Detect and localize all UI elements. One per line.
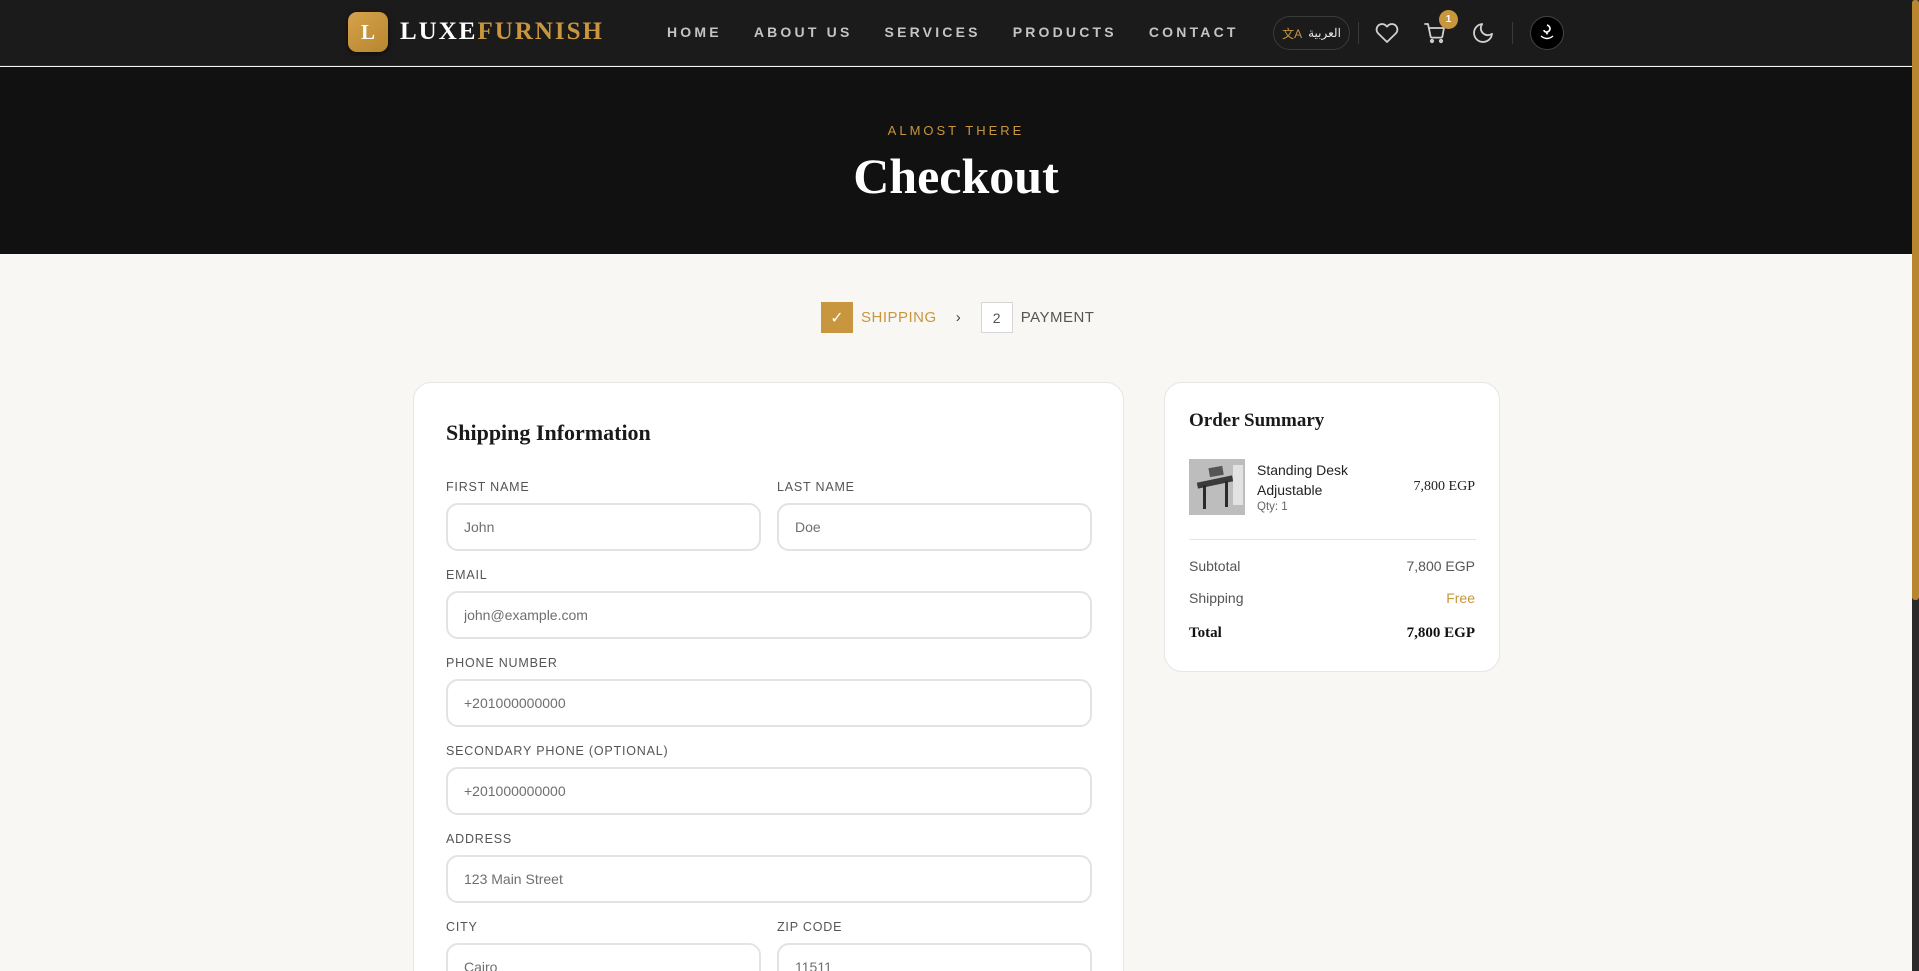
step-payment-label[interactable]: PAYMENT [1021, 309, 1095, 326]
product-name: Standing Desk Adjustable [1257, 462, 1349, 498]
last-name-label: LAST NAME [777, 480, 855, 494]
nav-divider [1358, 22, 1359, 44]
page-title: Checkout [853, 148, 1059, 204]
city-input[interactable] [446, 943, 761, 971]
shipping-label: Shipping [1189, 590, 1244, 606]
phone-label: PHONE NUMBER [446, 656, 558, 670]
avatar-logo-icon [1540, 24, 1554, 40]
step-payment-number: 2 [980, 302, 1013, 333]
shipping-info-card: Shipping Information FIRST NAME LAST NAM… [413, 382, 1124, 971]
secondary-phone-input[interactable] [446, 767, 1092, 815]
hero-eyebrow: ALMOST THERE [887, 123, 1025, 138]
subtotal-label: Subtotal [1189, 558, 1241, 574]
checkout-steps: ✓ SHIPPING › 2 PAYMENT [821, 302, 1094, 333]
summary-divider [1189, 539, 1476, 540]
logo-wordmark: LUXEFURNISH [400, 18, 604, 46]
logo-mark: L [348, 12, 388, 52]
logo-text-furnish: FURNISH [477, 18, 604, 45]
total-value: 7,800 EGP [1406, 625, 1475, 641]
moon-icon[interactable] [1471, 21, 1495, 45]
top-navbar: L LUXEFURNISH HOME ABOUT US SERVICES PRO… [0, 0, 1912, 66]
translate-icon: 文A [1282, 26, 1303, 41]
email-label: EMAIL [446, 568, 488, 582]
email-input[interactable] [446, 591, 1092, 639]
page-scrollbar-thumb[interactable] [1912, 0, 1919, 600]
nav-divider [1512, 22, 1513, 44]
product-thumbnail[interactable] [1189, 459, 1245, 515]
shipping-value: Free [1446, 590, 1475, 606]
product-qty: Qty: 1 [1257, 501, 1288, 513]
address-label: ADDRESS [446, 832, 513, 846]
brand-logo[interactable]: L LUXEFURNISH [348, 12, 604, 52]
step-shipping-check-icon: ✓ [821, 302, 853, 333]
language-toggle-button[interactable]: 文A العربية [1273, 16, 1350, 50]
nav-link-about-us[interactable]: ABOUT US [754, 24, 853, 40]
subtotal-value: 7,800 EGP [1406, 558, 1476, 574]
cart-count-badge: 1 [1439, 10, 1458, 29]
first-name-label: FIRST NAME [446, 480, 530, 494]
product-price: 7,800 EGP [1413, 479, 1475, 494]
last-name-input[interactable] [777, 503, 1092, 551]
checkout-hero: ALMOST THERE Checkout [0, 67, 1912, 254]
step-shipping-label[interactable]: SHIPPING [861, 309, 937, 326]
total-label: Total [1189, 625, 1222, 641]
logo-text-luxe: LUXE [400, 18, 478, 45]
nav-link-services[interactable]: SERVICES [885, 24, 981, 40]
language-label: العربية [1308, 26, 1341, 40]
order-summary-card: Order Summary Standing Desk Adjustable Q… [1164, 382, 1500, 672]
main-nav: HOME ABOUT US SERVICES PRODUCTS CONTACT [667, 24, 1271, 40]
nav-link-contact[interactable]: CONTACT [1149, 24, 1239, 40]
city-label: CITY [446, 920, 478, 934]
zip-code-input[interactable] [777, 943, 1092, 971]
chevron-right-icon: › [955, 309, 961, 326]
nav-link-products[interactable]: PRODUCTS [1013, 24, 1117, 40]
shipping-card-title: Shipping Information [446, 420, 651, 445]
heart-icon[interactable] [1375, 21, 1399, 45]
order-summary-title: Order Summary [1189, 410, 1325, 431]
secondary-phone-label: SECONDARY PHONE (OPTIONAL) [446, 744, 669, 758]
phone-input[interactable] [446, 679, 1092, 727]
address-input[interactable] [446, 855, 1092, 903]
user-avatar[interactable] [1530, 16, 1564, 50]
first-name-input[interactable] [446, 503, 761, 551]
zip-code-label: ZIP CODE [777, 920, 843, 934]
nav-link-home[interactable]: HOME [667, 24, 722, 40]
standing-desk-image [1189, 459, 1245, 515]
